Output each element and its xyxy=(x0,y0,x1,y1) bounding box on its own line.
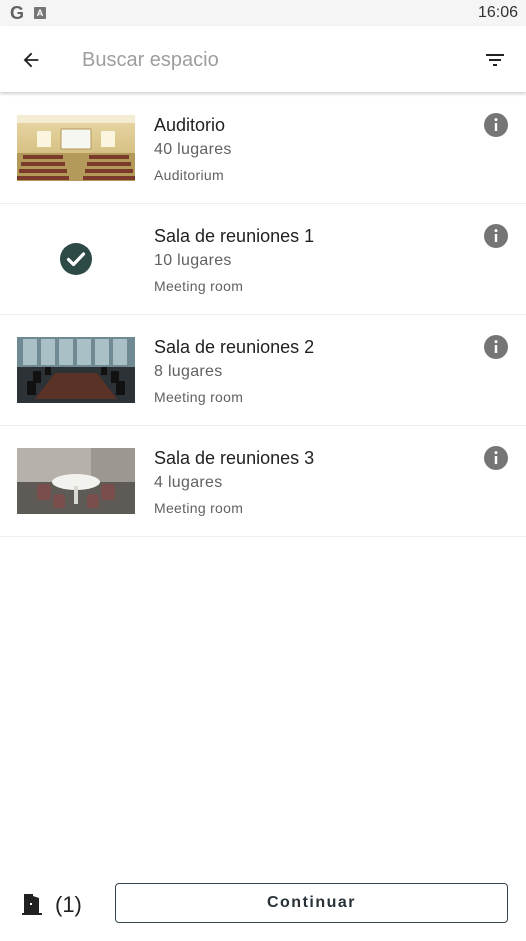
arrow-back-icon xyxy=(23,52,39,68)
back-button[interactable] xyxy=(14,43,48,77)
status-time: 16:06 xyxy=(477,4,518,21)
room-capacity: 4 lugares xyxy=(154,474,223,491)
room-capacity: 10 lugares xyxy=(154,252,232,269)
search-input[interactable] xyxy=(82,44,462,76)
info-icon xyxy=(484,113,508,137)
bottom-bar: (1) Continuar xyxy=(0,870,526,941)
room-name: Sala de reuniones 3 xyxy=(154,448,315,468)
info-icon xyxy=(484,224,508,248)
info-icon xyxy=(484,446,508,470)
info-icon xyxy=(484,335,508,359)
room-item-sala-2[interactable]: Sala de reuniones 2 8 lugares Meeting ro… xyxy=(0,315,526,426)
room-type: Meeting room xyxy=(154,389,244,405)
info-button[interactable] xyxy=(484,113,508,137)
room-name: Sala de reuniones 1 xyxy=(154,226,315,246)
room-item-sala-1[interactable]: Sala de reuniones 1 10 lugares Meeting r… xyxy=(0,204,526,315)
info-button[interactable] xyxy=(484,335,508,359)
google-icon: G xyxy=(10,3,25,23)
status-icons: G A xyxy=(10,3,47,23)
auditorium-photo xyxy=(17,115,135,181)
room-name: Sala de reuniones 2 xyxy=(154,337,315,357)
room-capacity: 8 lugares xyxy=(154,363,223,380)
boardroom-photo xyxy=(17,337,135,403)
selected-count: (1) xyxy=(55,892,82,917)
room-list: Auditorio 40 lugares Auditorium Sala de … xyxy=(0,93,526,537)
room-item-auditorio[interactable]: Auditorio 40 lugares Auditorium xyxy=(0,93,526,204)
app-bar xyxy=(0,26,526,92)
room-capacity: 40 lugares xyxy=(154,141,232,158)
continue-button[interactable]: Continuar xyxy=(115,883,508,923)
a-icon: A xyxy=(34,7,47,19)
round-table-photo xyxy=(17,448,135,514)
room-type: Auditorium xyxy=(154,167,224,183)
room-type: Meeting room xyxy=(154,500,244,516)
info-button[interactable] xyxy=(484,224,508,248)
filter-icon xyxy=(486,54,504,66)
room-name: Auditorio xyxy=(154,115,226,135)
info-button[interactable] xyxy=(484,446,508,470)
check-circle-icon xyxy=(60,243,92,275)
filter-button[interactable] xyxy=(478,43,512,77)
status-bar: G A 16:06 xyxy=(0,0,526,26)
door-icon xyxy=(20,892,44,916)
room-item-sala-3[interactable]: Sala de reuniones 3 4 lugares Meeting ro… xyxy=(0,426,526,537)
room-type: Meeting room xyxy=(154,278,244,294)
